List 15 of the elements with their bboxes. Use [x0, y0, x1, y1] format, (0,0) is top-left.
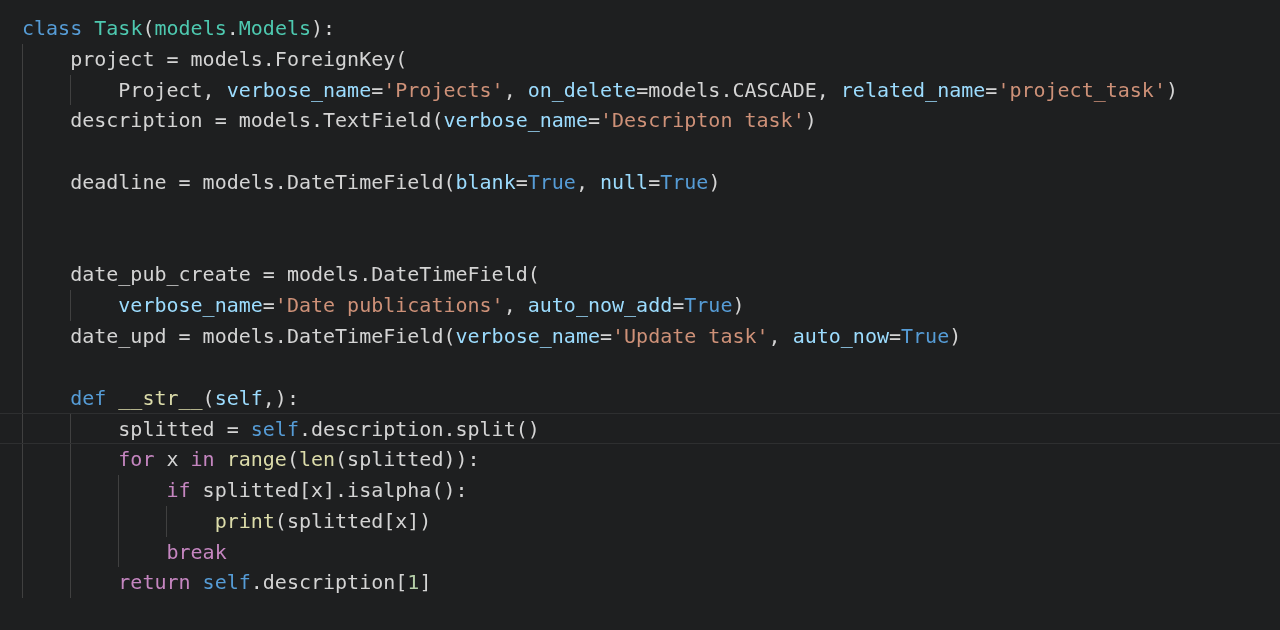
code-line: return self.description[1]: [118, 569, 432, 597]
code-line: description = models.TextField(verbose_name='Descripton task'): [70, 107, 817, 135]
code-line: date_pub_create = models.DateTimeField(: [70, 261, 540, 289]
code-line: def __str__(self,):: [70, 384, 299, 412]
code-line: break: [166, 538, 227, 566]
code-line: for x in range(len(splitted)):: [118, 446, 480, 474]
code-line: deadline = models.DateTimeField(blank=True, null=True): [70, 169, 721, 196]
code-line: Project, verbose_name='Projects', on_delete=models.CASCADE, related_name='project_task'): [118, 76, 1178, 104]
code-line: if splitted[x].isalpha():: [166, 476, 468, 504]
code-line: verbose_name='Date publications', auto_now_add=True): [118, 292, 745, 320]
code-line: splitted = self.description.split(): [118, 416, 540, 444]
code-line: date_upd = models.DateTimeField(verbose_name='Update task', auto_now=True): [70, 322, 962, 350]
code-line: project = models.ForeignKey(: [70, 45, 408, 73]
code-line: class Task(models.Models):: [22, 15, 336, 42]
code-line: print(splitted[x]): [214, 507, 432, 535]
